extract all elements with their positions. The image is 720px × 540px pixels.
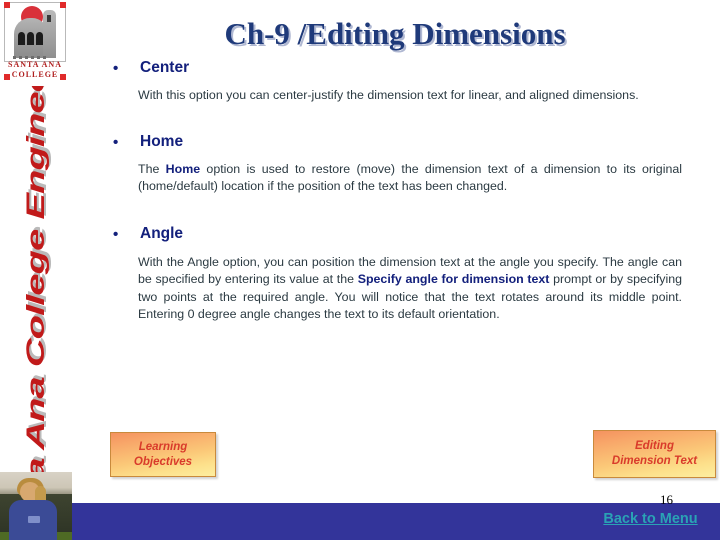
student-photo	[0, 472, 72, 540]
paragraph-home-part-0: The	[138, 161, 166, 176]
heading-text-angle: Angle	[140, 224, 184, 242]
selection-handle-top-right[interactable]	[60, 2, 66, 8]
bullet-heading-home: • Home	[0, 132, 720, 152]
bullet-heading-center: • Center	[0, 58, 720, 78]
learning-objectives-label-line1: Learning	[138, 440, 188, 453]
photo-shirt-logo	[28, 516, 40, 523]
bullet-icon: •	[113, 133, 119, 151]
paragraph-angle-part-1: Specify angle for dimension text	[357, 272, 550, 286]
bullet-heading-angle: • Angle	[0, 224, 720, 244]
section-angle: • Angle With the Angle option, you can p…	[0, 224, 720, 324]
editing-dimension-text-label-line2: Dimension Text	[611, 455, 698, 467]
arch-1	[18, 32, 25, 45]
section-home: • Home The Home option is used to restor…	[0, 132, 720, 196]
paragraph-center: With this option you can center-justify …	[138, 87, 682, 105]
heading-text-center: Center	[140, 59, 190, 76]
slide-canvas: SANTA ANA COLLEGE Santa Ana College Engi…	[0, 0, 720, 540]
learning-objectives-button[interactable]: Learning Objectives	[110, 432, 216, 477]
editing-dimension-text-button[interactable]: Editing Dimension Text	[593, 430, 716, 478]
paragraph-home-part-1: Home	[165, 161, 201, 176]
heading-text-home: Home	[140, 132, 184, 150]
section-center: • Center With this option you can center…	[0, 58, 720, 105]
back-to-menu-link[interactable]: Back to Menu	[583, 511, 718, 527]
bullet-icon: •	[113, 60, 119, 77]
page-title: Ch-9 /Editing Dimensions	[224, 16, 566, 51]
bullet-icon: •	[113, 225, 119, 243]
editing-dimension-text-label-line1: Editing	[635, 440, 674, 452]
slide-content: • Center With this option you can center…	[0, 58, 720, 324]
tower-window	[47, 15, 51, 22]
paragraph-angle: With the Angle option, you can position …	[138, 254, 682, 324]
page-number: 16	[660, 492, 673, 507]
paragraph-center-part-0: With this option you can center-justify …	[138, 88, 639, 102]
learning-objectives-label-line2: Objectives	[133, 455, 193, 468]
mission-building-icon	[7, 4, 63, 59]
paragraph-home-part-2: option is used to restore (move) the dim…	[138, 161, 682, 194]
selection-handle-top-left[interactable]	[4, 2, 10, 8]
arch-2	[27, 32, 34, 45]
paragraph-home: The Home option is used to restore (move…	[138, 161, 682, 196]
arch-3	[36, 32, 43, 45]
